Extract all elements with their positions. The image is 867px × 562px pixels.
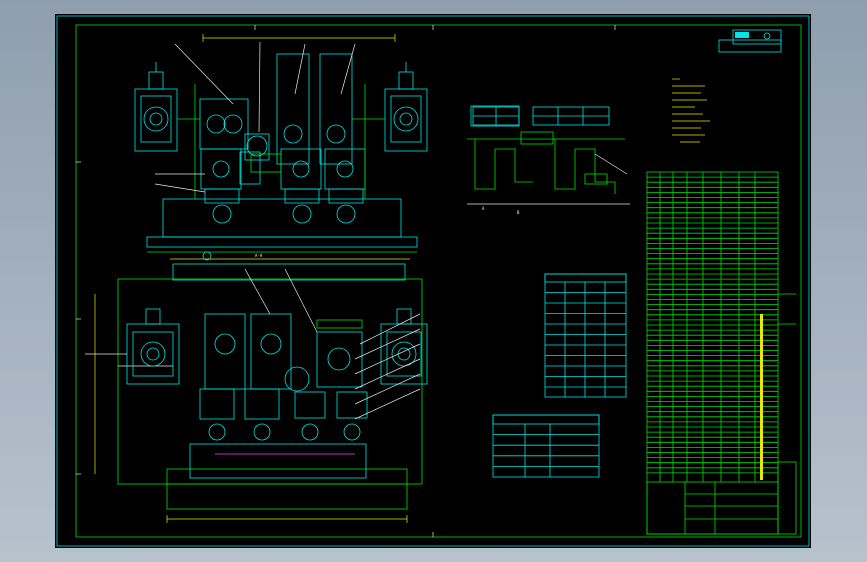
outer-border [56, 15, 810, 547]
svg-text:B: B [517, 210, 520, 215]
svg-text:A: A [482, 206, 485, 211]
cad-drawing: A-A AB [56, 15, 810, 547]
inner-frame [75, 24, 802, 538]
svg-text:A-A: A-A [255, 253, 263, 258]
parts-list [646, 171, 797, 535]
top-roll-stand-view: A-A [134, 34, 428, 260]
side-schematic-view: AB [467, 106, 630, 215]
mid-spec-table [544, 273, 627, 398]
drawing-number-stamp [718, 29, 782, 53]
cad-viewport[interactable]: A-A A B [0, 0, 867, 562]
drawing-sheet: A-A A B [55, 14, 811, 548]
zone-ticks [76, 25, 616, 537]
front-roll-stand-view [85, 251, 428, 523]
technical-notes [672, 78, 710, 143]
lower-spec-table [492, 414, 600, 478]
